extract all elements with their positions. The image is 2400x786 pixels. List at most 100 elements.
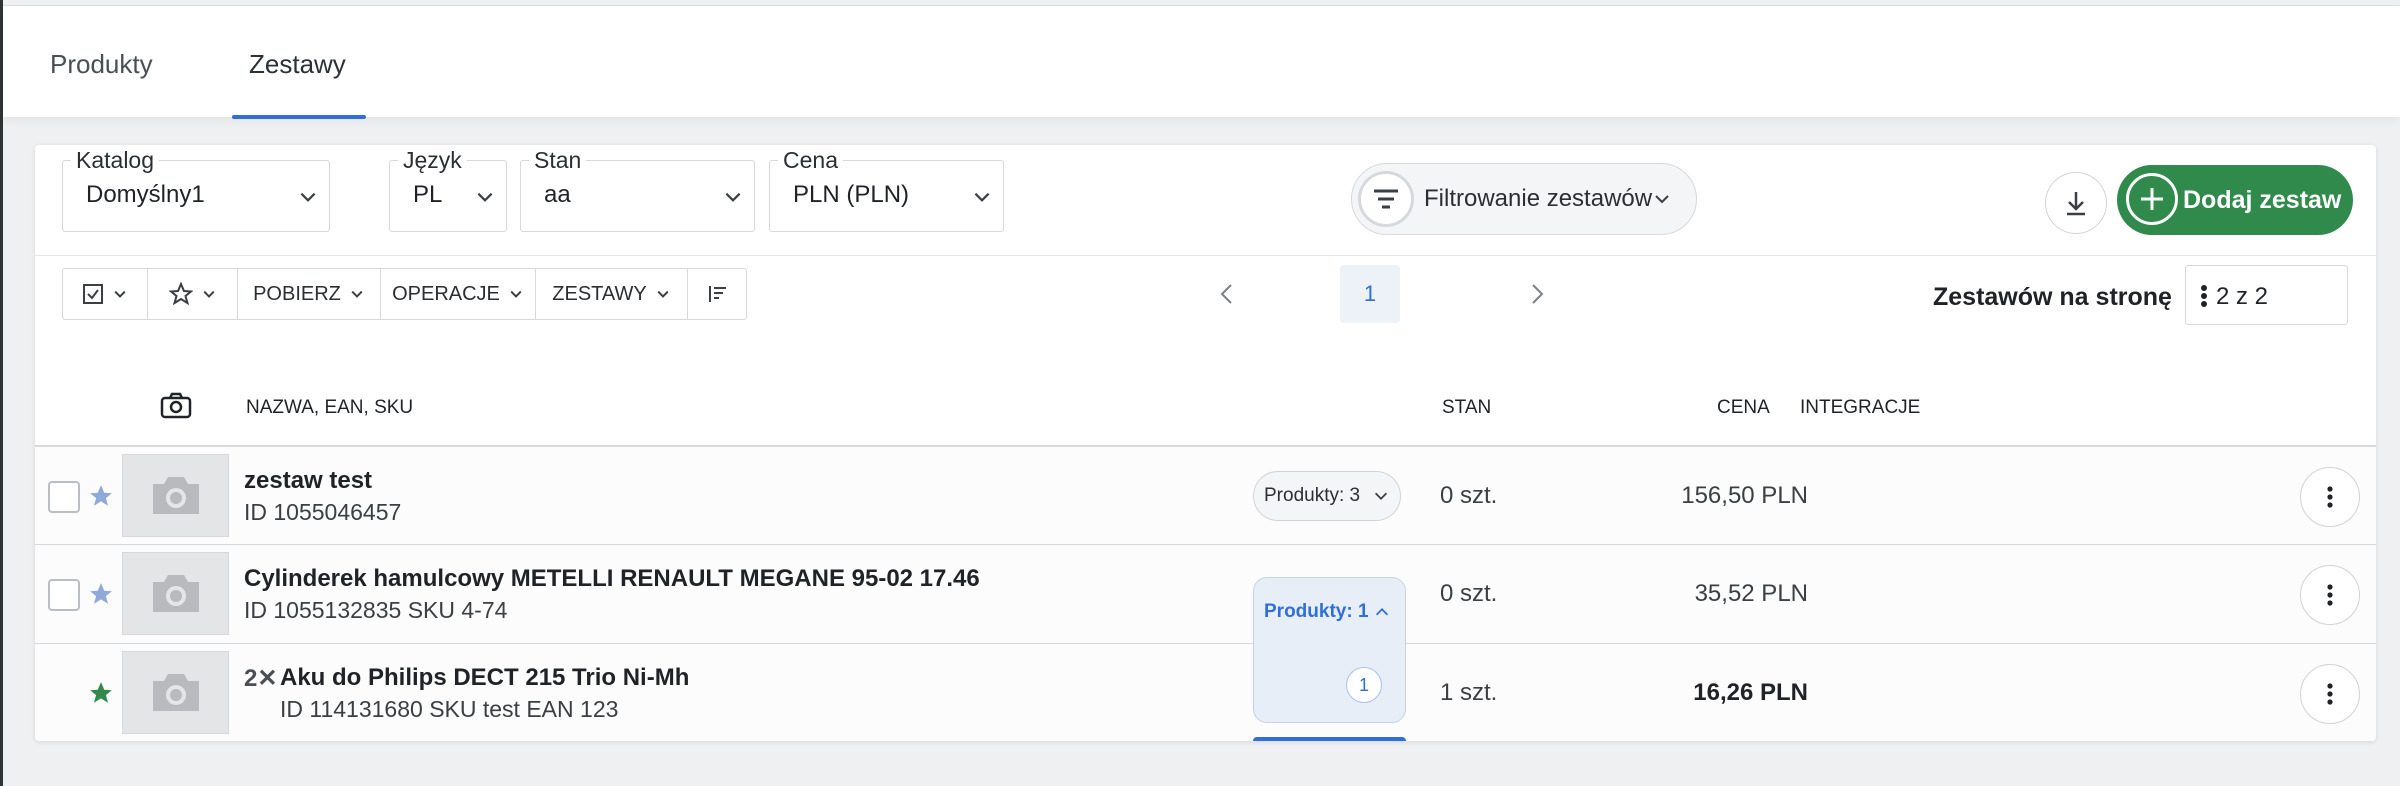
filter-sets-label: Filtrowanie zestawów [1424,185,1653,212]
active-tab-indicator [232,115,366,119]
chevron-right-icon[interactable] [1520,277,1554,311]
table-row[interactable]: zestaw test ID 1055046457 Produkty: 3 0 … [35,445,2376,544]
row-menu-button[interactable] [2300,565,2360,625]
sort-button[interactable] [688,269,746,319]
chevron-down-icon [657,290,669,298]
katalog-label: Katalog [71,146,160,174]
chevron-down-icon [1374,492,1388,500]
katalog-value: Domyślny1 [86,181,205,208]
chevron-down-icon [202,290,215,298]
product-count-badge: 1 [1346,667,1382,703]
set-name[interactable]: zestaw test [244,467,372,495]
column-header-integracje: INTEGRACJE [1800,397,1921,418]
stock-value: 0 szt. [1440,482,1498,509]
zestawy-label: ZESTAWY [552,282,647,305]
camera-placeholder-icon [153,575,199,612]
quantity-prefix: 2✕ [244,665,278,692]
row-menu-button[interactable] [2300,467,2360,527]
dots-vertical-icon [2327,683,2333,705]
chevron-down-icon [477,192,493,202]
chevron-down-icon [510,290,522,298]
cena-label: Cena [778,146,843,174]
cena-select[interactable]: Cena PLN (PLN) [769,146,1004,232]
zestawy-menu[interactable]: ZESTAWY [536,269,688,319]
set-meta: ID 1055132835 SKU 4-74 [244,597,508,623]
add-set-button[interactable]: Dodaj zestaw [2117,165,2353,235]
current-page[interactable]: 1 [1340,265,1400,323]
products-toggle-label: Produkty: 3 [1264,485,1361,506]
add-set-label: Dodaj zestaw [2183,186,2342,214]
product-meta: ID 114131680 SKU test EAN 123 [280,696,619,722]
stan-select[interactable]: Stan aa [520,146,755,232]
favorites-button[interactable] [148,269,238,319]
star-icon [168,282,193,306]
tab-zestawy[interactable]: Zestawy [249,49,346,80]
download-button[interactable] [2045,172,2107,234]
product-thumbnail[interactable] [122,552,229,635]
chevron-down-icon [725,192,741,202]
column-header-stan[interactable]: STAN [1442,397,1491,419]
column-header-cena[interactable]: CENA [1717,397,1770,419]
expanded-indicator [1253,737,1406,741]
plus-icon [2126,173,2178,225]
chevron-down-icon [300,192,316,202]
chevron-up-icon [1375,608,1389,616]
table-row[interactable]: Cylinderek hamulcowy METELLI RENAULT MEG… [35,544,2376,643]
katalog-select[interactable]: Katalog Domyślny1 [62,146,330,232]
jezyk-label: Język [398,146,467,174]
products-expanded-panel[interactable]: Produkty: 1 [1253,577,1406,723]
row-menu-button[interactable] [2300,664,2360,724]
pobierz-label: POBIERZ [253,282,341,305]
price-value: 35,52 PLN [1694,580,1808,607]
star-icon[interactable] [88,680,114,706]
select-all-button[interactable] [63,269,148,319]
table-row[interactable]: 2✕ Aku do Philips DECT 215 Trio Ni-Mh ID… [35,643,2376,741]
star-icon[interactable] [88,581,114,607]
price-value: 16,26 PLN [1693,679,1808,706]
dots-vertical-icon [2201,285,2207,307]
chevron-down-icon [974,192,990,202]
chevron-down-icon [351,290,363,298]
jezyk-value: PL [413,181,443,208]
product-name[interactable]: Aku do Philips DECT 215 Trio Ni-Mh [280,664,689,692]
column-header-name[interactable]: NAZWA, EAN, SKU [246,397,413,419]
sets-panel: Katalog Domyślny1 Język PL Stan aa Cena … [35,145,2376,741]
dots-vertical-icon [2327,486,2333,508]
download-icon [2067,192,2085,216]
jezyk-select[interactable]: Język PL [389,146,507,232]
product-thumbnail[interactable] [122,651,229,734]
chevron-left-icon[interactable] [1210,277,1244,311]
set-meta: ID 1055046457 [244,499,402,525]
camera-icon [160,392,192,419]
tabs-bar: Produkty Zestawy [3,5,2400,119]
pobierz-menu[interactable]: POBIERZ [238,269,381,319]
stan-label: Stan [529,146,587,174]
star-icon[interactable] [88,483,114,509]
camera-placeholder-icon [153,477,199,514]
stan-value: aa [544,181,571,208]
row-checkbox[interactable] [48,579,80,611]
filter-sets-button[interactable]: Filtrowanie zestawów [1351,163,1697,235]
stock-value: 0 szt. [1440,580,1498,607]
dots-vertical-icon [2327,584,2333,606]
bulk-toolbar: POBIERZ OPERACJE ZESTAWY [62,268,747,320]
chevron-down-icon [114,290,126,298]
operacje-menu[interactable]: OPERACJE [381,269,536,319]
set-name[interactable]: Cylinderek hamulcowy METELLI RENAULT MEG… [244,565,980,593]
stock-value: 1 szt. [1440,679,1498,706]
camera-placeholder-icon [153,674,199,711]
price-value: 156,50 PLN [1681,482,1808,509]
per-page-value: 2 z 2 [2216,283,2269,310]
filter-icon [1358,171,1414,227]
products-toggle-label: Produkty: 1 [1264,601,1369,622]
per-page-select[interactable]: 2 z 2 [2185,265,2348,325]
tab-produkty[interactable]: Produkty [50,49,153,80]
checkbox-icon [83,284,103,304]
product-thumbnail[interactable] [122,454,229,537]
sort-icon [709,286,726,302]
row-checkbox[interactable] [48,481,80,513]
operacje-label: OPERACJE [392,282,500,305]
products-toggle[interactable]: Produkty: 3 [1253,471,1401,521]
per-page-label: Zestawów na stronę [1933,283,2172,311]
divider [35,255,2376,256]
